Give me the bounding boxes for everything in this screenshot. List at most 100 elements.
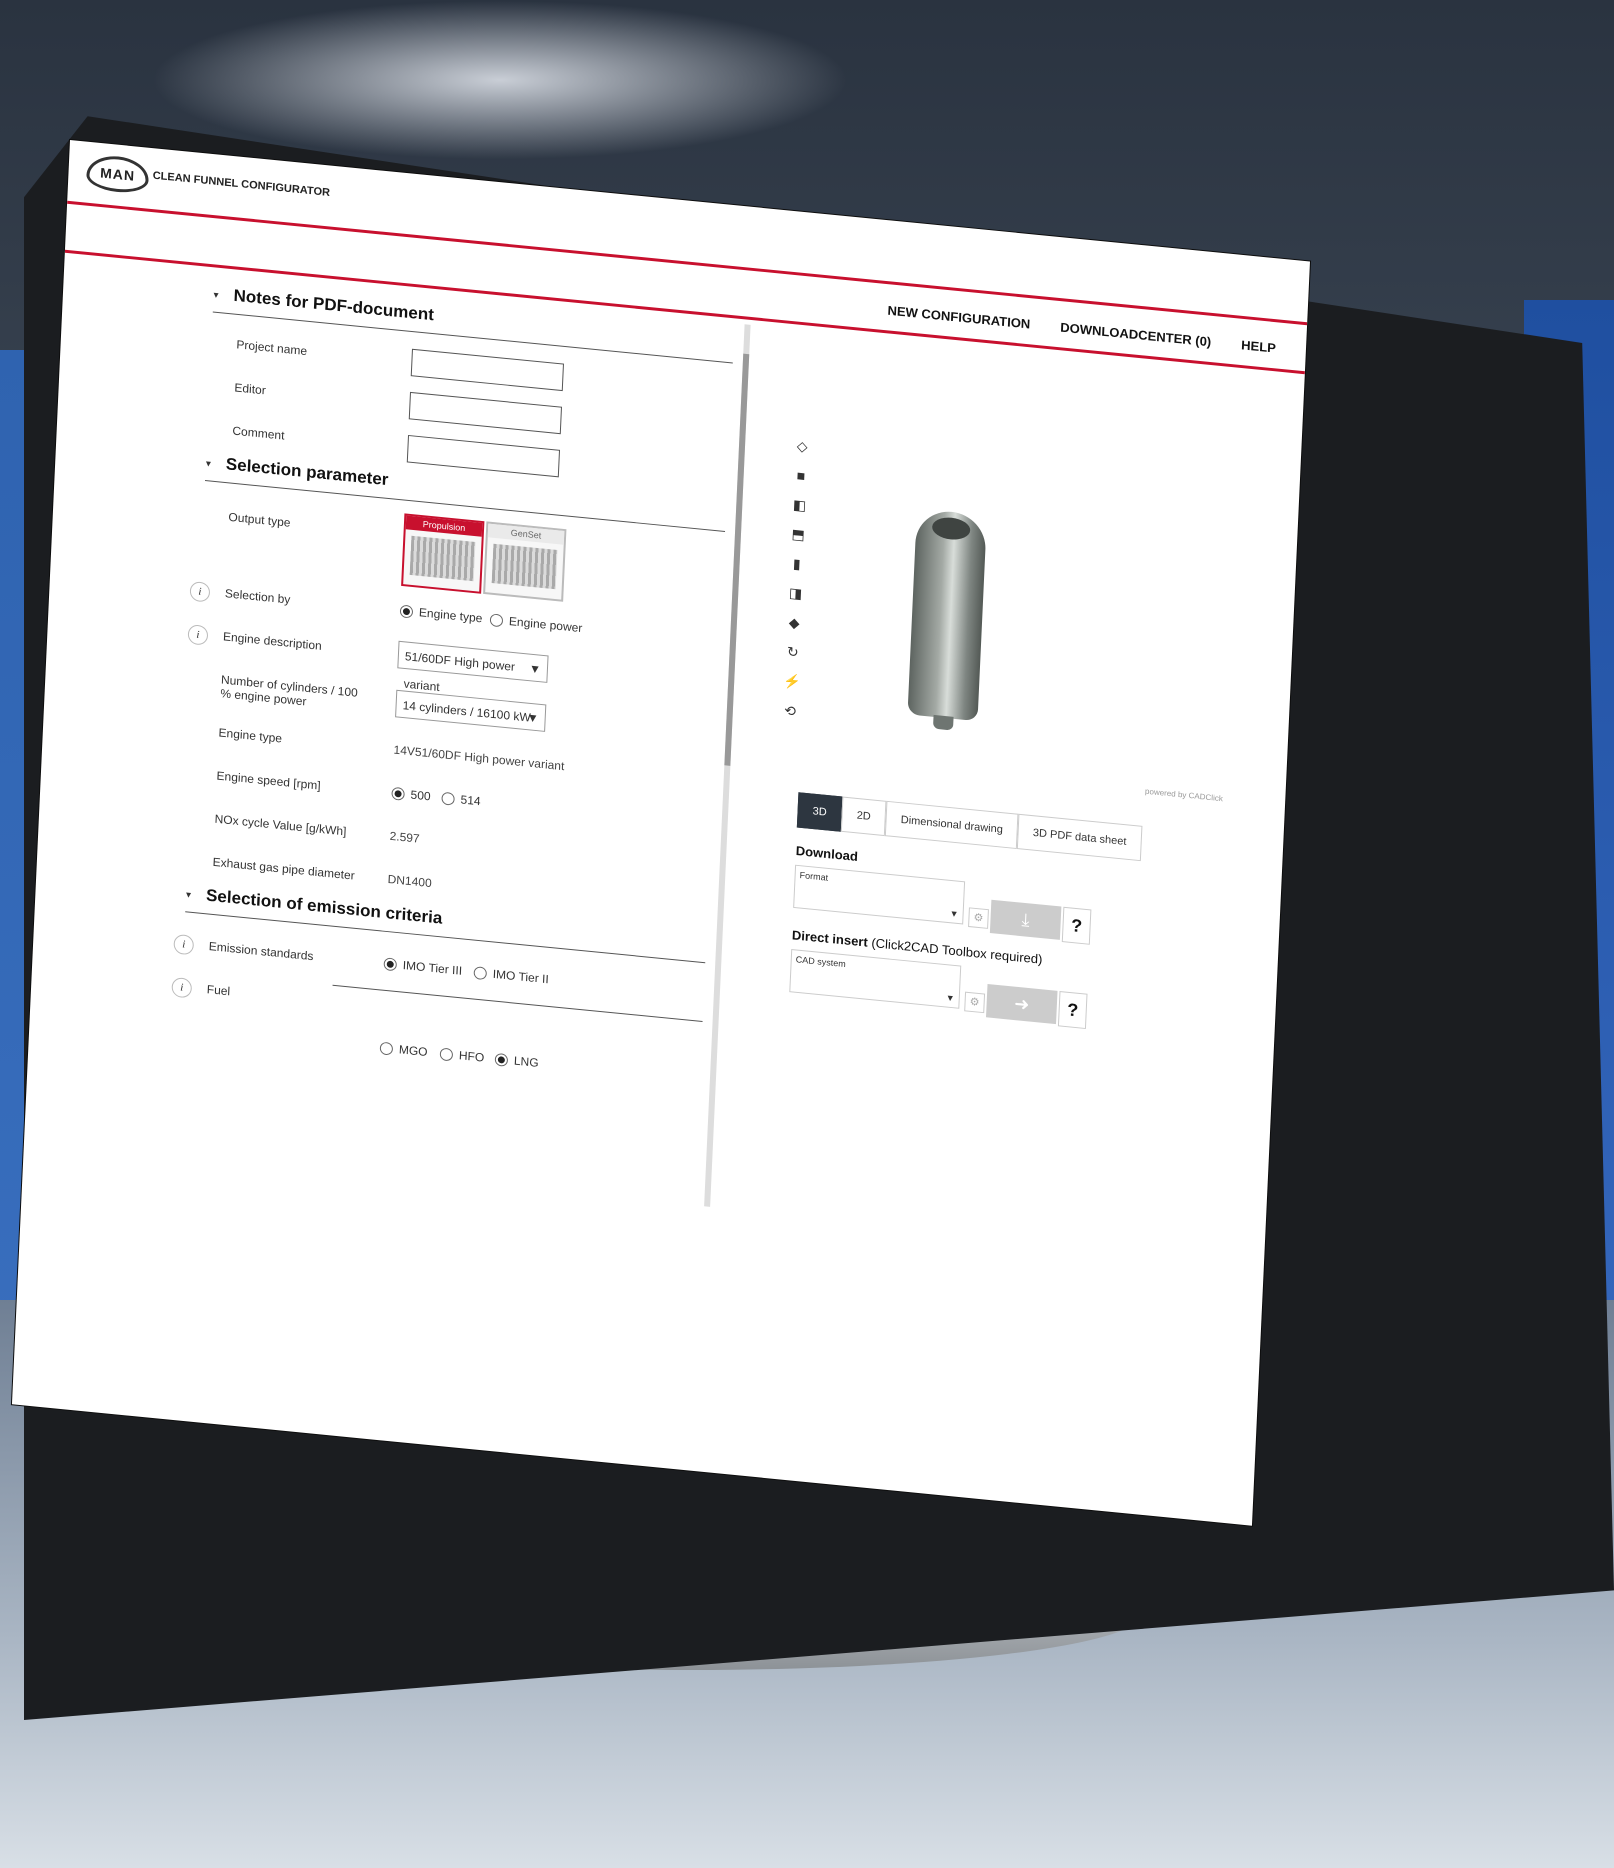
rotate-icon[interactable]: ↻ [784, 643, 801, 662]
radio-imo-tier-ii[interactable]: IMO Tier II [473, 965, 549, 986]
radio-fuel-hfo-label: HFO [458, 1048, 485, 1065]
fuel-label: Fuel [206, 982, 231, 999]
radio-speed-500[interactable]: 500 [391, 786, 431, 804]
comment-input[interactable] [406, 434, 561, 478]
arrow-right-icon: ➜ [1013, 993, 1030, 1015]
info-icon[interactable]: i [187, 624, 209, 646]
engine-type-label: Engine type [218, 725, 283, 746]
exhaust-value: DN1400 [387, 872, 432, 891]
direct-insert-help-button[interactable]: ? [1057, 991, 1088, 1030]
gear-icon[interactable]: ⚙ [968, 907, 989, 929]
collapse-caret-icon[interactable]: ▾ [206, 459, 212, 470]
notes-section-title[interactable]: Notes for PDF-document [233, 286, 434, 325]
man-logo[interactable]: MAN [85, 153, 150, 195]
radio-dot [379, 1041, 394, 1056]
radio-fuel-hfo[interactable]: HFO [439, 1046, 485, 1065]
project-name-label: Project name [236, 337, 308, 359]
cylinders-label: Number of cylinders / 100 % engine power [220, 672, 359, 709]
radio-engine-power-label: Engine power [508, 614, 583, 636]
radio-fuel-mgo[interactable]: MGO [379, 1041, 428, 1060]
cube-front-icon[interactable]: ■ [792, 467, 809, 486]
cube-side-icon[interactable]: ◧ [791, 496, 808, 515]
selection-by-label: Selection by [224, 586, 291, 607]
cube-top-icon[interactable]: ⬒ [790, 526, 807, 545]
output-type-propulsion-label: Propulsion [405, 515, 483, 537]
cad-system-select[interactable]: CAD system ▼ [789, 948, 962, 1009]
info-icon[interactable]: i [171, 976, 193, 999]
configuration-form: ▾ Notes for PDF-document Project name Ed… [12, 258, 755, 1472]
app-title: CLEAN FUNNEL CONFIGURATOR [152, 169, 331, 199]
download-help-button[interactable]: ? [1061, 906, 1092, 945]
output-type-propulsion[interactable]: Propulsion [401, 513, 485, 594]
engine-speed-label: Engine speed [rpm] [216, 768, 321, 793]
output-type-genset-label: GenSet [487, 523, 565, 545]
nox-value: 2.597 [389, 828, 420, 846]
tab-3d-pdf-data-sheet[interactable]: 3D PDF data sheet [1017, 813, 1143, 862]
cube-bottom-icon[interactable]: ◆ [786, 614, 803, 633]
background-blur [150, 0, 850, 160]
monitor-screen: MAN CLEAN FUNNEL CONFIGURATOR NEW CONFIG… [11, 140, 1311, 1526]
engine-description-value: 51/60DF High power variant [403, 649, 516, 694]
powered-by-label: powered by CADClick [1144, 786, 1224, 804]
emission-section-title[interactable]: Selection of emission criteria [206, 886, 443, 929]
exhaust-label: Exhaust gas pipe diameter [212, 854, 356, 883]
radio-dot-selected [391, 786, 405, 801]
download-button[interactable]: ⤓ [989, 899, 1062, 940]
info-icon[interactable]: i [173, 933, 195, 956]
radio-speed-500-label: 500 [410, 787, 431, 804]
3d-rotate-icon[interactable]: ⟲ [782, 702, 799, 721]
lightning-icon[interactable]: ⚡ [783, 673, 801, 692]
radio-speed-514[interactable]: 514 [441, 791, 481, 809]
radio-fuel-lng[interactable]: LNG [494, 1052, 539, 1070]
editor-input[interactable] [408, 391, 563, 435]
radio-dot [441, 791, 455, 806]
format-placeholder: Format [799, 870, 829, 883]
tab-3d[interactable]: 3D [796, 792, 843, 832]
project-name-input[interactable] [410, 348, 564, 392]
radio-dot-selected [399, 604, 414, 619]
chevron-down-icon: ▼ [949, 908, 959, 920]
downloadcenter-link[interactable]: DOWNLOADCENTER (0) [1060, 320, 1212, 349]
editor-label: Editor [234, 380, 267, 398]
gear-icon[interactable]: ⚙ [964, 991, 986, 1014]
help-link[interactable]: HELP [1241, 338, 1276, 356]
radio-dot-selected [494, 1052, 509, 1067]
genset-engine-image [491, 543, 558, 590]
cube-iso-icon[interactable]: ◇ [794, 437, 811, 456]
collapse-caret-icon[interactable]: ▾ [186, 890, 192, 901]
clean-funnel-3d-model[interactable] [907, 508, 987, 722]
cylinders-select[interactable]: 14 cylinders / 16100 kW ▼ [395, 689, 547, 732]
propulsion-engine-image [409, 535, 476, 582]
format-select[interactable]: Format ▼ [793, 864, 966, 925]
radio-speed-514-label: 514 [460, 792, 481, 809]
radio-imo-tier-ii-label: IMO Tier II [492, 967, 550, 987]
new-configuration-link[interactable]: NEW CONFIGURATION [887, 303, 1030, 332]
section-divider [332, 984, 703, 1022]
info-icon[interactable]: i [189, 581, 211, 603]
cube-back-icon[interactable]: ▮ [788, 555, 805, 574]
cad-viewer-panel: ◇ ■ ◧ ⬒ ▮ ◨ ◆ ↻ ⚡ ⟲ powered by CADClick … [712, 326, 1305, 1526]
radio-engine-power[interactable]: Engine power [489, 612, 583, 636]
chevron-down-icon: ▼ [528, 661, 542, 677]
chevron-down-icon: ▼ [526, 710, 539, 726]
tab-2d[interactable]: 2D [840, 796, 887, 837]
direct-insert-heading: Direct insert [791, 927, 869, 950]
radio-imo-tier-iii[interactable]: IMO Tier III [383, 956, 463, 978]
download-icon: ⤓ [1021, 909, 1031, 930]
radio-fuel-mgo-label: MGO [398, 1042, 428, 1060]
radio-fuel-lng-label: LNG [513, 1053, 539, 1070]
download-title: Download [795, 843, 859, 864]
radio-dot-selected [383, 956, 398, 971]
output-type-genset[interactable]: GenSet [483, 521, 567, 602]
radio-dot [439, 1046, 454, 1062]
tab-dimensional-drawing[interactable]: Dimensional drawing [884, 800, 1019, 850]
chevron-down-icon: ▼ [945, 992, 955, 1004]
comment-label: Comment [232, 423, 285, 443]
cube-right-icon[interactable]: ◨ [787, 584, 804, 603]
collapse-caret-icon[interactable]: ▾ [213, 290, 219, 301]
radio-engine-type[interactable]: Engine type [399, 604, 483, 625]
model-flange [932, 714, 954, 731]
direct-insert-button[interactable]: ➜ [986, 983, 1058, 1025]
radio-imo-tier-iii-label: IMO Tier III [402, 958, 463, 978]
engine-description-select[interactable]: 51/60DF High power variant ▼ [397, 640, 549, 694]
